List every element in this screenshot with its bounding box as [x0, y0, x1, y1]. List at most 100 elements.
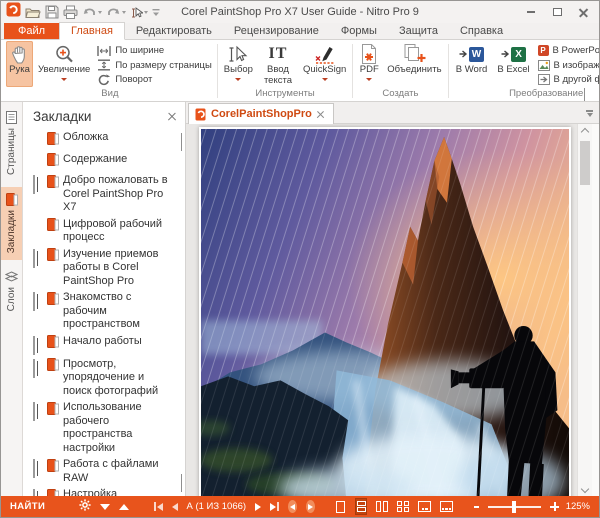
zoom-slider-thumb[interactable]: [512, 501, 516, 513]
document-scrollbar[interactable]: [577, 124, 592, 496]
bookmark-item[interactable]: Просмотр, упорядочение и поиск фотографи…: [33, 358, 171, 399]
document-tab[interactable]: CorelPaintShopPro: [188, 103, 334, 124]
bookmark-item[interactable]: Работа с файлами RAW: [33, 458, 171, 485]
tab-protect[interactable]: Защита: [388, 23, 449, 39]
to-excel-button[interactable]: X В Excel: [494, 41, 534, 87]
to-other-format-button[interactable]: В другой формат: [536, 73, 599, 87]
create-pdf-button[interactable]: PDF: [356, 41, 382, 87]
last-page-button[interactable]: [270, 502, 279, 511]
tab-list-menu-button[interactable]: [586, 110, 593, 117]
scrollbar-thumb[interactable]: [580, 141, 590, 185]
ribbon-group-convert: W В Word X В Excel P В PowerPoint: [449, 41, 599, 101]
to-powerpoint-button[interactable]: P В PowerPoint: [536, 44, 599, 58]
fit-width-button[interactable]: По ширине: [95, 44, 213, 58]
undo-button[interactable]: [82, 6, 102, 18]
to-image-button[interactable]: В изображение: [536, 59, 599, 73]
expand-plus-icon[interactable]: [33, 292, 35, 311]
bookmarks-scroll-down[interactable]: [181, 474, 182, 492]
find-options-button[interactable]: [79, 499, 91, 514]
rotate-button[interactable]: Поворот: [95, 73, 213, 87]
tab-edit[interactable]: Редактировать: [125, 23, 223, 39]
close-button[interactable]: [572, 5, 594, 20]
panel-close-icon[interactable]: [168, 112, 177, 121]
select-tool-quick-button[interactable]: [130, 6, 148, 19]
quicksign-button[interactable]: QuickSign: [300, 41, 349, 87]
collapse-ribbon-button[interactable]: [584, 89, 591, 96]
zoom-tool-button[interactable]: Увеличение: [35, 41, 93, 87]
zoom-in-button[interactable]: [550, 502, 556, 511]
minimize-icon: [527, 11, 535, 13]
scrollbar-down-button[interactable]: [578, 481, 592, 496]
zoom-out-button[interactable]: [474, 506, 480, 508]
expand-plus-icon[interactable]: [33, 175, 35, 194]
hand-tool-button[interactable]: Рука: [6, 41, 33, 87]
tab-file[interactable]: Файл: [4, 23, 59, 39]
first-page-button[interactable]: [154, 502, 163, 511]
next-page-button[interactable]: [255, 503, 261, 511]
panel-tab-bookmarks[interactable]: Закладки: [1, 187, 22, 260]
fit-page-button[interactable]: По размеру страницы: [95, 59, 213, 73]
expand-plus-icon[interactable]: [33, 336, 35, 355]
open-button[interactable]: [25, 6, 41, 19]
document-viewport[interactable]: [186, 124, 599, 496]
previous-page-button[interactable]: [172, 503, 178, 511]
expand-plus-icon[interactable]: [33, 489, 35, 496]
previous-view-button[interactable]: [288, 500, 297, 513]
redo-button[interactable]: [106, 6, 126, 18]
expand-plus-icon[interactable]: [33, 459, 35, 478]
bookmark-item[interactable]: Знакомство с рабочим пространством: [33, 291, 171, 332]
redo-dropdown-icon[interactable]: [122, 11, 126, 14]
type-text-button[interactable]: IT Ввод текста: [258, 41, 298, 87]
panel-tab-layers[interactable]: Слои: [1, 265, 22, 318]
tab-help[interactable]: Справка: [449, 23, 514, 39]
find-next-button[interactable]: [100, 504, 110, 510]
tab-forms[interactable]: Формы: [330, 23, 388, 39]
select-tool-dropdown-icon[interactable]: [144, 11, 148, 14]
expand-plus-icon[interactable]: [33, 359, 35, 378]
expand-plus-icon[interactable]: [33, 249, 35, 268]
page-number-display[interactable]: А (1 ИЗ 1066): [187, 501, 247, 512]
ribbon: Рука Увеличение По ширине: [1, 40, 599, 102]
bookmark-item[interactable]: Настройка изображений: [33, 488, 171, 496]
bookmark-item[interactable]: Обложка: [33, 131, 171, 150]
bookmarks-scroll-up[interactable]: [181, 134, 182, 152]
layout-facing-continuous-button[interactable]: [397, 498, 409, 515]
bookmark-label: Знакомство с рабочим пространством: [63, 291, 171, 332]
find-previous-button[interactable]: [119, 504, 129, 510]
fit-width-icon: [97, 45, 111, 57]
bookmark-item[interactable]: Изучение приемов работы в Corel PaintSho…: [33, 248, 171, 289]
expand-plus-icon[interactable]: [33, 402, 35, 421]
panel-tab-pages[interactable]: Страницы: [1, 105, 22, 182]
scrollbar-up-button[interactable]: [578, 124, 592, 139]
find-button[interactable]: НАЙТИ: [10, 501, 45, 512]
layout-continuous-button[interactable]: [355, 498, 367, 515]
close-icon: [579, 8, 588, 17]
document-tab-close-icon[interactable]: [317, 110, 325, 118]
document-tab-label: CorelPaintShopPro: [211, 108, 312, 120]
document-page[interactable]: [199, 127, 571, 496]
fullscreen-mode-button[interactable]: [418, 498, 431, 515]
tab-review[interactable]: Рецензирование: [223, 23, 330, 39]
zoom-slider[interactable]: [488, 506, 541, 508]
bookmark-item[interactable]: Использование рабочего пространства наст…: [33, 401, 171, 455]
bookmark-item[interactable]: Цифровой рабочий процесс: [33, 218, 171, 245]
print-button[interactable]: [63, 5, 78, 19]
next-view-button[interactable]: [306, 500, 315, 513]
bookmark-item[interactable]: Добро пожаловать в Corel PaintShop Pro X…: [33, 174, 171, 215]
tab-home[interactable]: Главная: [59, 22, 125, 40]
slideshow-mode-button[interactable]: [440, 498, 453, 515]
layout-single-page-button[interactable]: [335, 498, 347, 515]
word-letter-icon: W: [469, 47, 484, 62]
customize-toolbar-button[interactable]: [152, 8, 160, 17]
bookmark-item[interactable]: Начало работы: [33, 335, 171, 355]
maximize-button[interactable]: [546, 5, 568, 20]
select-tool-button[interactable]: Выбор: [221, 41, 256, 87]
layout-facing-button[interactable]: [376, 498, 388, 515]
zoom-tool-label: Увеличение: [38, 65, 90, 76]
bookmark-item[interactable]: Содержание: [33, 153, 171, 172]
save-button[interactable]: [45, 5, 59, 19]
combine-button[interactable]: Объединить: [384, 41, 444, 87]
to-word-button[interactable]: W В Word: [452, 41, 492, 87]
minimize-button[interactable]: [520, 5, 542, 20]
undo-dropdown-icon[interactable]: [98, 11, 102, 14]
